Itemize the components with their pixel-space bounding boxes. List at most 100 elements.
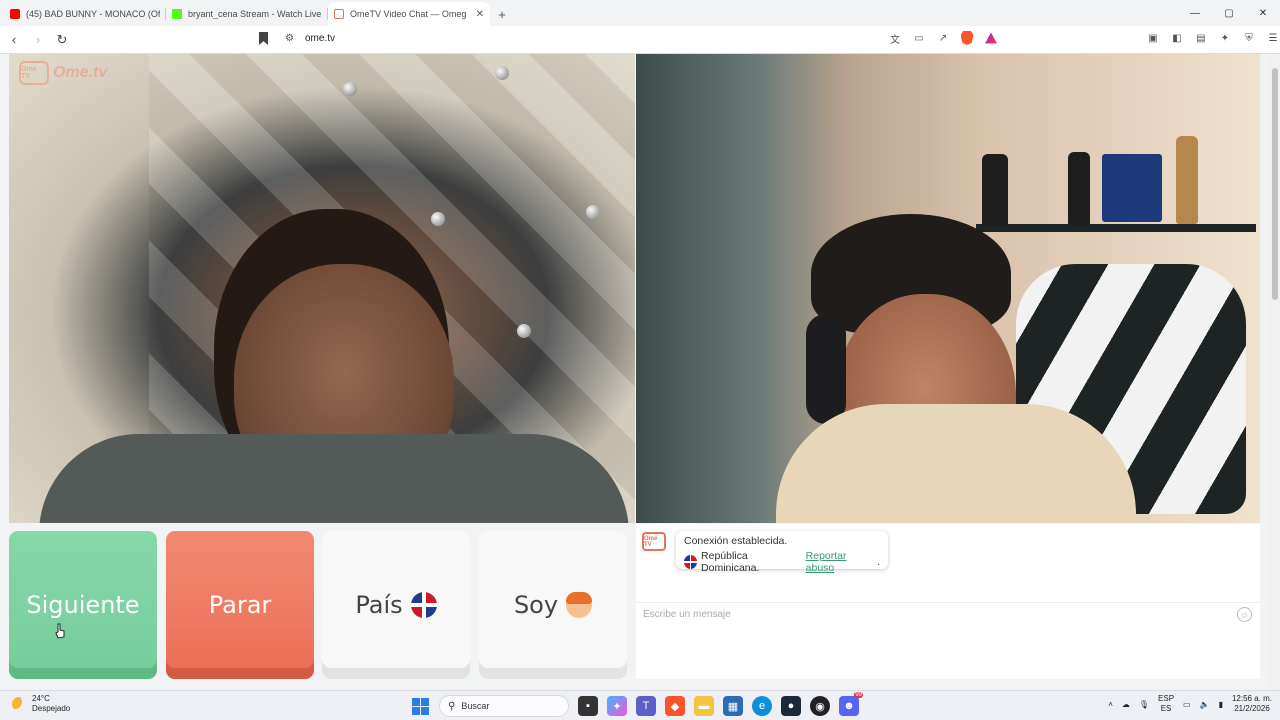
person-shirt xyxy=(776,404,1136,523)
window-controls: — ▢ ✕ xyxy=(1178,0,1280,26)
cloud-icon[interactable]: ☁ xyxy=(1122,700,1130,709)
microphone-icon[interactable]: 🎙 xyxy=(1139,700,1149,709)
leo-ai-icon[interactable]: ✦ xyxy=(1218,31,1232,45)
gender-button-label: Soy xyxy=(513,591,559,619)
address-bar-actions: 文 ▭ ↗ xyxy=(888,31,998,46)
discord-badge: 99 xyxy=(854,692,863,698)
wallet-icon[interactable]: ▤ xyxy=(1194,31,1208,45)
country-button-label: País xyxy=(355,591,403,619)
bookmark-icon[interactable] xyxy=(259,32,268,45)
file-explorer-icon[interactable]: ▬ xyxy=(694,696,714,716)
person-hoodie xyxy=(39,434,629,523)
page-scrollbar[interactable] xyxy=(1270,54,1280,690)
weather-widget[interactable]: 24°C Despejado xyxy=(12,694,70,714)
next-button[interactable]: Siguiente xyxy=(9,531,157,679)
battery-icon[interactable]: ▮ xyxy=(1219,700,1223,709)
boy-emoji-icon xyxy=(566,592,593,618)
headboard-button xyxy=(586,205,600,219)
headboard-button xyxy=(517,324,531,338)
system-tray: ˄ ☁ 🎙 ESP ES ▭ 🔈 ▮ 12:56 a. m. 21/2/2026 xyxy=(1108,694,1272,714)
report-suffix: . xyxy=(877,556,880,568)
store-icon[interactable]: ▦ xyxy=(723,696,743,716)
windows-taskbar: 24°C Despejado ⚲ Buscar ▪ ✦ T ◆ ▬ ▦ e ● … xyxy=(0,690,1280,720)
youtube-icon xyxy=(10,9,20,19)
stranger-video xyxy=(9,54,635,523)
clock[interactable]: 12:56 a. m. 21/2/2026 xyxy=(1232,694,1272,714)
maximize-button[interactable]: ▢ xyxy=(1212,0,1246,26)
obs-icon[interactable]: ◉ xyxy=(810,696,830,716)
site-info-icon[interactable]: ⚙ xyxy=(285,33,294,44)
close-window-button[interactable]: ✕ xyxy=(1246,0,1280,26)
taskbar-search[interactable]: ⚲ Buscar xyxy=(439,695,569,717)
reader-mode-icon[interactable]: ▣ xyxy=(1146,31,1160,45)
bottle xyxy=(1068,152,1090,226)
new-tab-button[interactable]: + xyxy=(490,2,514,26)
shelf xyxy=(976,224,1256,232)
tab-ometv[interactable]: OmeTV Video Chat — Omeg ✕ xyxy=(328,2,490,26)
copilot-icon[interactable]: ✦ xyxy=(607,696,627,716)
report-abuse-link[interactable]: Reportar abuso xyxy=(806,550,873,574)
language-indicator[interactable]: ESP ES xyxy=(1158,694,1174,714)
stranger-country: República Dominicana. xyxy=(701,550,760,574)
vpn-icon[interactable]: ⛨ xyxy=(1242,31,1256,45)
system-message: Conexión establecida. República Dominica… xyxy=(676,531,888,574)
weather-desc: Despejado xyxy=(32,704,71,713)
headboard-button xyxy=(343,82,357,96)
discord-icon[interactable]: ☻ 99 xyxy=(839,692,863,716)
country-filter-button[interactable]: País xyxy=(322,531,470,679)
taskbar-apps: ⚲ Buscar ▪ ✦ T ◆ ▬ ▦ e ● ◉ ☻ 99 xyxy=(410,692,863,717)
brave-shields-icon[interactable] xyxy=(960,31,974,45)
message-input[interactable] xyxy=(636,603,1226,625)
tray-overflow-icon[interactable]: ˄ xyxy=(1108,700,1113,709)
dominican-flag-icon xyxy=(410,592,437,618)
connection-status: Conexión establecida. xyxy=(684,535,788,547)
language-code: ESP xyxy=(1158,694,1175,703)
chat-input-bar: ☺ xyxy=(636,602,1260,626)
country-line: República Dominicana. Reportar abuso. xyxy=(684,550,880,574)
teams-icon[interactable]: T xyxy=(636,696,656,716)
hand-cursor-icon xyxy=(55,623,65,639)
brave-taskbar-icon[interactable]: ◆ xyxy=(665,696,685,716)
url-field[interactable]: ome.tv xyxy=(305,33,335,44)
reload-icon[interactable]: ↻ xyxy=(52,30,72,50)
tab-title: bryant_cena Stream - Watch Live xyxy=(188,9,322,19)
address-bar: ‹ › ↻ ⚙ ome.tv 文 ▭ ↗ ▣ ◧ ▤ ✦ ⛨ ☰ xyxy=(0,26,1280,54)
next-button-label: Siguiente xyxy=(26,591,140,619)
headboard-button xyxy=(495,66,509,80)
sidebar-icon[interactable]: ◧ xyxy=(1170,31,1184,45)
cast-icon[interactable]: ▭ xyxy=(912,31,926,45)
headboard-button xyxy=(431,212,445,226)
scroll-thumb[interactable] xyxy=(1272,68,1278,300)
ometv-page: Ome TV Ome.tv Siguiente Parar País Soy O… xyxy=(0,54,1270,690)
task-view-icon[interactable]: ▪ xyxy=(578,696,598,716)
network-icon[interactable]: ▭ xyxy=(1183,700,1191,709)
steam-icon[interactable]: ● xyxy=(781,696,801,716)
bottle xyxy=(1176,136,1198,224)
windows-logo-icon xyxy=(411,697,429,715)
menu-icon[interactable]: ☰ xyxy=(1266,31,1280,45)
gender-button[interactable]: Soy xyxy=(479,531,627,679)
clock-date: 21/2/2026 xyxy=(1234,704,1270,713)
emoji-icon[interactable]: ☺ xyxy=(1237,607,1252,622)
translate-icon[interactable]: 文 xyxy=(888,31,902,46)
minimize-button[interactable]: — xyxy=(1178,0,1212,26)
tab-bad-bunny[interactable]: (45) BAD BUNNY - MONACO (Officia xyxy=(4,2,166,26)
kick-icon xyxy=(172,9,182,19)
logo-text: Ome.tv xyxy=(53,64,108,81)
forward-icon[interactable]: › xyxy=(28,30,48,50)
close-tab-icon[interactable]: ✕ xyxy=(476,9,484,20)
edge-icon[interactable]: e xyxy=(752,696,772,716)
tv-logo-icon: Ome TV xyxy=(19,61,49,85)
stop-button-label: Parar xyxy=(208,591,272,619)
moon-icon xyxy=(12,697,26,711)
back-icon[interactable]: ‹ xyxy=(4,30,24,50)
start-button[interactable] xyxy=(410,696,430,716)
brave-rewards-icon[interactable] xyxy=(984,31,998,45)
share-icon[interactable]: ↗ xyxy=(936,31,950,45)
tab-kick-stream[interactable]: bryant_cena Stream - Watch Live xyxy=(166,2,328,26)
headphones xyxy=(806,314,846,424)
search-icon: ⚲ xyxy=(448,700,456,712)
tab-title: OmeTV Video Chat — Omeg xyxy=(350,9,467,19)
stop-button[interactable]: Parar xyxy=(166,531,314,679)
volume-icon[interactable]: 🔈 xyxy=(1200,700,1210,709)
